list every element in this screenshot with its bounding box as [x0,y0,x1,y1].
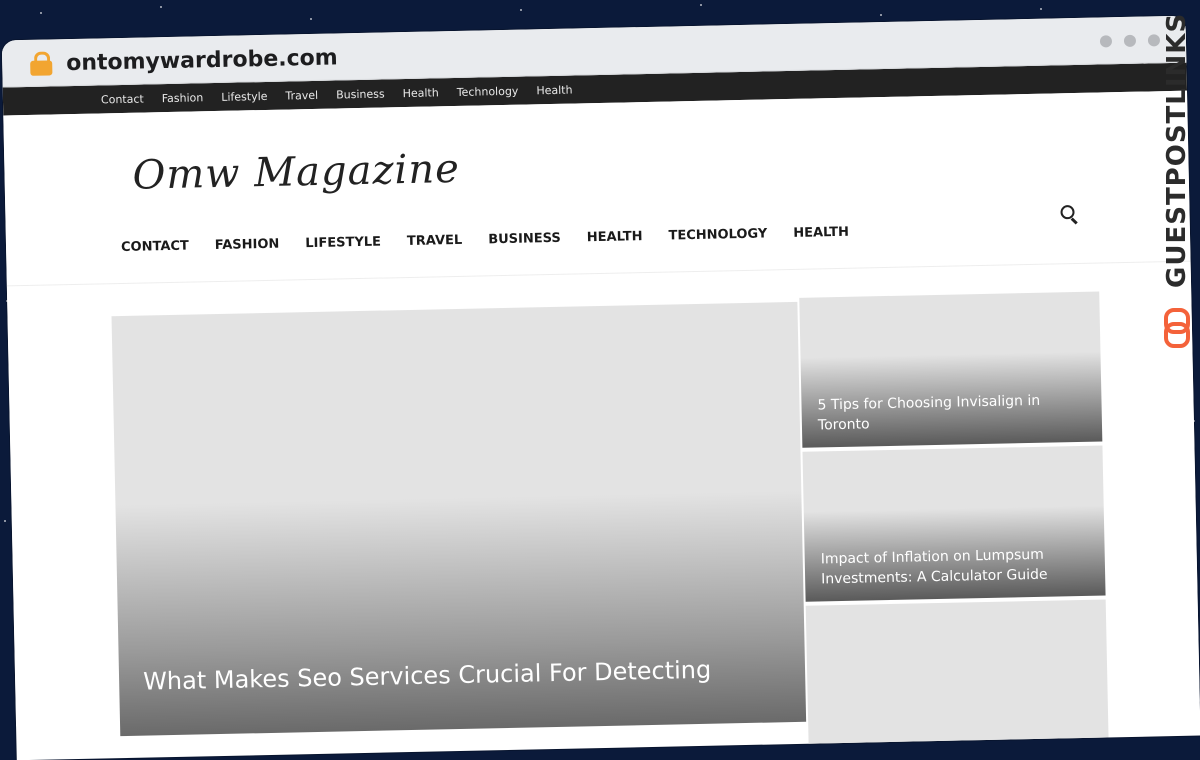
search-icon[interactable] [1060,205,1080,225]
hero-article-title[interactable]: What Makes Seo Services Crucial For Dete… [143,654,783,696]
nav-item-travel[interactable]: TRAVEL [407,233,463,249]
nav-item-lifestyle[interactable]: LIFESTYLE [305,235,381,252]
hero-article[interactable]: What Makes Seo Services Crucial For Dete… [111,301,807,737]
topbar-link-health[interactable]: Health [403,86,439,100]
lock-icon [30,51,53,76]
window-dot-icon[interactable] [1147,34,1161,47]
topbar-link-travel[interactable]: Travel [285,88,318,102]
nav-item-health-2[interactable]: HEALTH [793,225,849,241]
topbar-link-technology[interactable]: Technology [457,84,519,98]
site-header: Omw Magazine CONTACT FASHION LIFESTYLE T… [3,90,1191,286]
watermark-text: GUESTPOSTLINKS [1162,12,1192,288]
nav-item-fashion[interactable]: FASHION [215,237,280,253]
guestpostlinks-watermark: GUESTPOSTLINKS [1160,13,1194,358]
window-dot-icon[interactable] [1099,35,1113,48]
url-text[interactable]: ontomywardrobe.com [66,45,338,76]
window-dot-icon[interactable] [1123,34,1137,47]
nav-item-technology[interactable]: TECHNOLOGY [668,226,767,243]
side-article[interactable]: 5 Tips for Choosing Invisalign in Toront… [799,291,1103,448]
topbar-link-business[interactable]: Business [336,87,385,101]
nav-item-business[interactable]: BUSINESS [488,231,561,248]
side-article-title[interactable] [825,738,1095,744]
side-article-title[interactable]: Impact of Inflation on Lumpsum Investmen… [821,544,1092,590]
side-article-title[interactable]: 5 Tips for Choosing Invisalign in Toront… [817,390,1088,436]
topbar-link-lifestyle[interactable]: Lifestyle [221,89,267,103]
nav-item-health[interactable]: HEALTH [587,229,643,245]
main-nav: CONTACT FASHION LIFESTYLE TRAVEL BUSINES… [121,224,875,255]
topbar-link-contact[interactable]: Contact [101,92,144,106]
side-article[interactable] [805,599,1109,756]
topbar-link-health-2[interactable]: Health [536,83,572,97]
topbar-link-fashion[interactable]: Fashion [162,91,204,105]
featured-grid: What Makes Seo Services Crucial For Dete… [6,260,1200,756]
nav-item-contact[interactable]: CONTACT [121,239,189,255]
window-controls [1099,34,1161,48]
chain-link-icon [1164,308,1190,348]
site-logo[interactable]: Omw Magazine [132,146,460,199]
browser-window: ontomywardrobe.com Contact Fashion Lifes… [1,15,1200,760]
side-article[interactable]: Impact of Inflation on Lumpsum Investmen… [802,445,1106,602]
